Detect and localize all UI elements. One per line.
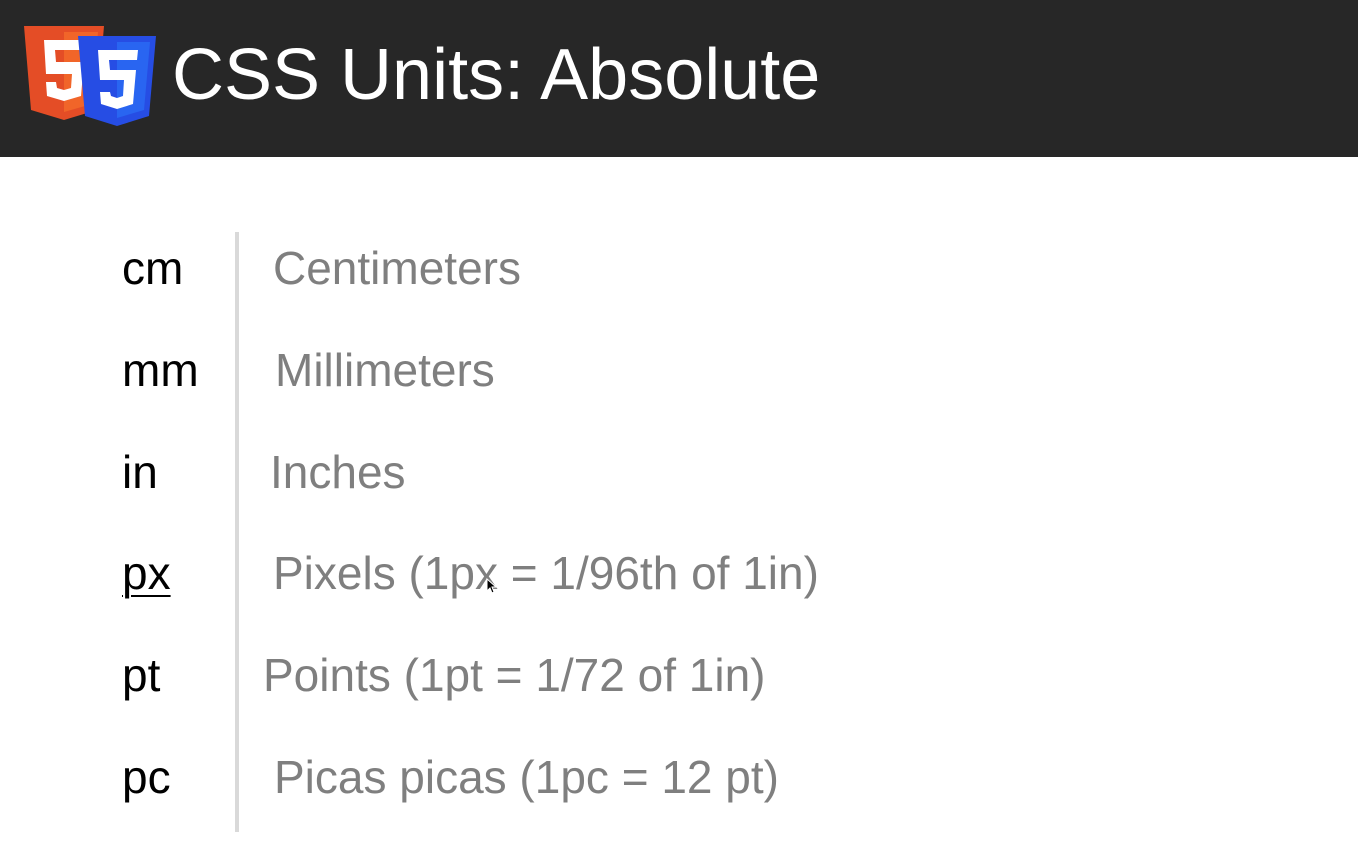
unit-row-pt: pt Points (1pt = 1/72 of 1in) bbox=[0, 640, 1358, 710]
unit-label: mm bbox=[122, 344, 199, 396]
unit-link-px[interactable]: px bbox=[122, 538, 171, 608]
unit-description: Picas picas (1pc = 12 pt) bbox=[274, 751, 779, 803]
unit-description: Centimeters bbox=[273, 242, 521, 294]
unit-row-in: in Inches bbox=[0, 437, 1358, 507]
unit-row-px: px Pixels (1px = 1/96th of 1in) bbox=[0, 538, 1358, 608]
header-bar: CSS Units: Absolute bbox=[0, 0, 1358, 157]
unit-label: cm bbox=[122, 242, 184, 294]
html5-css3-logo-icon bbox=[24, 26, 156, 126]
page-title: CSS Units: Absolute bbox=[172, 35, 821, 115]
unit-description: Inches bbox=[270, 446, 406, 498]
unit-label: pt bbox=[122, 649, 161, 701]
mouse-cursor-icon bbox=[486, 578, 498, 594]
unit-description: Pixels (1px = 1/96th of 1in) bbox=[273, 547, 819, 599]
unit-row-cm: cm Centimeters bbox=[0, 233, 1358, 303]
unit-row-mm: mm Millimeters bbox=[0, 335, 1358, 405]
unit-label: in bbox=[122, 446, 158, 498]
unit-description: Millimeters bbox=[275, 344, 495, 396]
unit-label: pc bbox=[122, 751, 171, 803]
unit-row-pc: pc Picas picas (1pc = 12 pt) bbox=[0, 742, 1358, 812]
unit-description: Points (1pt = 1/72 of 1in) bbox=[263, 649, 766, 701]
